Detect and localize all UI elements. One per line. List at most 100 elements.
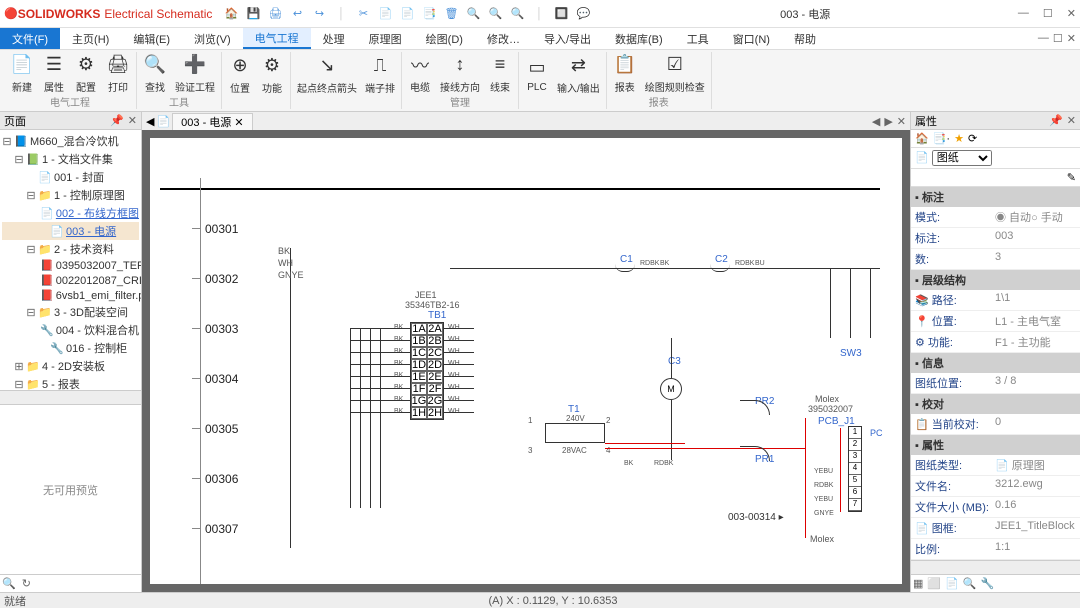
menu-tab-6[interactable]: 绘图(D) xyxy=(414,28,475,49)
menu-tab-11[interactable]: 窗口(N) xyxy=(721,28,782,49)
ribbon-btn-1-1[interactable]: ➕验证工程 xyxy=(175,53,215,94)
ribbon-btn-1-0[interactable]: 🔍查找 xyxy=(143,53,167,94)
rfoot-icon-3[interactable]: 📄 xyxy=(945,577,959,590)
qat-btn-10[interactable]: 🗑 xyxy=(442,5,460,23)
qat-btn-12[interactable]: 🔍 xyxy=(486,5,504,23)
tree-node-10[interactable]: ⊟📁3 - 3D配装空间 xyxy=(2,303,139,321)
edit-pencil-icon[interactable]: ✎ xyxy=(1067,172,1076,184)
qat-btn-0[interactable]: 🏠 xyxy=(222,5,240,23)
rfoot-icon-2[interactable]: ⬜ xyxy=(927,577,941,590)
menu-tab-4[interactable]: 处理 xyxy=(311,28,357,49)
rpanel-close-icon[interactable]: ✕ xyxy=(1067,114,1076,127)
prop-value[interactable]: 3 / 8 xyxy=(995,375,1076,391)
qat-btn-4[interactable]: ↪ xyxy=(310,5,328,23)
prop-section-2[interactable]: ▪ 信息 xyxy=(911,353,1080,373)
tree-node-8[interactable]: 📕0022012087_CRIMP_H xyxy=(2,273,139,288)
tree-node-3[interactable]: ⊟📁1 - 控制原理图 xyxy=(2,186,139,204)
prop-value[interactable]: 0 xyxy=(995,416,1076,432)
qat-btn-7[interactable]: 📄 xyxy=(376,5,394,23)
prop-section-3[interactable]: ▪ 校对 xyxy=(911,394,1080,414)
rfoot-icon-1[interactable]: ▦ xyxy=(913,577,923,590)
prop-value[interactable]: 3 xyxy=(995,251,1076,267)
ribbon-btn-0-1[interactable]: ☰属性 xyxy=(42,53,66,94)
ribbon-btn-6-1[interactable]: ☑绘图规则检查 xyxy=(645,53,705,94)
ribbon-btn-3-1[interactable]: ⎍端子排 xyxy=(365,54,395,95)
ribbon-btn-0-2[interactable]: ⚙配置 xyxy=(74,53,98,94)
qat-btn-15[interactable]: 🔲 xyxy=(552,5,570,23)
tree-scrollbar[interactable] xyxy=(0,390,141,404)
menu-tab-3[interactable]: 电气工程 xyxy=(243,28,311,49)
menu-tab-5[interactable]: 原理图 xyxy=(357,28,414,49)
mdi-btn-1[interactable]: ☐ xyxy=(1053,32,1063,45)
category-icon[interactable]: 📑· xyxy=(933,132,950,145)
prop-section-4[interactable]: ▪ 属性 xyxy=(911,435,1080,455)
panel-pin-icon[interactable]: 📌 xyxy=(110,114,124,127)
star-icon[interactable]: ★ xyxy=(954,132,964,145)
prop-section-0[interactable]: ▪ 标注 xyxy=(911,187,1080,207)
doc-nav-prev[interactable]: ◀ xyxy=(872,115,880,128)
prop-value[interactable]: 0.16 xyxy=(995,499,1076,515)
tree-node-4[interactable]: 📄002 - 布线方框图 xyxy=(2,204,139,222)
ribbon-btn-0-0[interactable]: 📄新建 xyxy=(10,53,34,94)
prop-scrollbar[interactable] xyxy=(911,560,1080,574)
ribbon-btn-4-0[interactable]: 〰电缆 xyxy=(408,53,432,94)
ribbon-btn-2-1[interactable]: ⚙功能 xyxy=(260,54,284,95)
maximize-button[interactable]: ☐ xyxy=(1043,7,1053,20)
file-menu[interactable]: 文件(F) xyxy=(0,28,60,49)
qat-btn-6[interactable]: ✂ xyxy=(354,5,372,23)
footer-icon-2[interactable]: ↻ xyxy=(22,577,31,590)
tree-node-13[interactable]: ⊞📁4 - 2D安装板 xyxy=(2,357,139,375)
tree-node-14[interactable]: ⊟📁5 - 报表 xyxy=(2,375,139,390)
minimize-button[interactable]: — xyxy=(1018,7,1029,20)
refresh-icon[interactable]: ⟳ xyxy=(968,132,977,145)
prop-value[interactable]: ◉ 自动○ 手动 xyxy=(995,209,1076,225)
rfoot-icon-4[interactable]: 🔍 xyxy=(963,577,977,590)
tree-node-9[interactable]: 📕6vsb1_emi_filter.pdf xyxy=(2,288,139,303)
tree-node-0[interactable]: ⊟📘M660_混合冷饮机 xyxy=(2,132,139,150)
tree-node-12[interactable]: 🔧016 - 控制柜 xyxy=(2,339,139,357)
prop-value[interactable]: 📄 原理图 xyxy=(995,457,1076,473)
menu-tab-7[interactable]: 修改… xyxy=(475,28,532,49)
tree-node-1[interactable]: ⊟📗1 - 文档文件集 xyxy=(2,150,139,168)
prop-value[interactable]: 1:1 xyxy=(995,541,1076,557)
close-button[interactable]: ✕ xyxy=(1067,7,1076,20)
menu-tab-10[interactable]: 工具 xyxy=(675,28,721,49)
ribbon-btn-4-2[interactable]: ≡线束 xyxy=(488,53,512,94)
qat-btn-16[interactable]: 💬 xyxy=(574,5,592,23)
tree-node-11[interactable]: 🔧004 - 饮料混合机 xyxy=(2,321,139,339)
qat-btn-9[interactable]: 📑 xyxy=(420,5,438,23)
mdi-btn-0[interactable]: — xyxy=(1038,32,1049,45)
tree-node-2[interactable]: 📄001 - 封面 xyxy=(2,168,139,186)
rpanel-pin-icon[interactable]: 📌 xyxy=(1049,114,1063,127)
qat-btn-13[interactable]: 🔍 xyxy=(508,5,526,23)
prop-value[interactable]: 1\1 xyxy=(995,292,1076,308)
qat-btn-3[interactable]: ↩ xyxy=(288,5,306,23)
menu-tab-12[interactable]: 帮助 xyxy=(782,28,828,49)
menu-tab-2[interactable]: 浏览(V) xyxy=(182,28,243,49)
ribbon-btn-3-0[interactable]: ↘起点终点箭头 xyxy=(297,54,357,95)
ribbon-btn-4-1[interactable]: ↕接线方向 xyxy=(440,53,480,94)
tree-node-6[interactable]: ⊟📁2 - 技术资料 xyxy=(2,240,139,258)
prop-value[interactable]: 003 xyxy=(995,230,1076,246)
schematic-canvas[interactable]: 00301003020030300304003050030600307BKWHG… xyxy=(142,130,910,592)
tree-node-7[interactable]: 📕0395032007_TERMINA xyxy=(2,258,139,273)
panel-close-icon[interactable]: ✕ xyxy=(128,114,137,127)
menu-tab-8[interactable]: 导入/导出 xyxy=(532,28,603,49)
ribbon-btn-2-0[interactable]: ⊕位置 xyxy=(228,54,252,95)
qat-btn-1[interactable]: 💾 xyxy=(244,5,262,23)
menu-tab-0[interactable]: 主页(H) xyxy=(60,28,121,49)
prop-value[interactable]: F1 - 主功能 xyxy=(995,334,1076,350)
prop-value[interactable]: JEE1_TitleBlock xyxy=(995,520,1076,536)
menu-tab-1[interactable]: 编辑(E) xyxy=(121,28,182,49)
object-type-select[interactable]: 图纸 xyxy=(932,150,992,166)
doc-nav-close[interactable]: ✕ xyxy=(897,115,906,128)
home-icon[interactable]: 🏠 xyxy=(915,132,929,145)
menu-tab-9[interactable]: 数据库(B) xyxy=(603,28,675,49)
doc-tab-prev[interactable]: ◀ xyxy=(146,115,154,128)
tree-node-5[interactable]: 📄003 - 电源 xyxy=(2,222,139,240)
rfoot-icon-5[interactable]: 🔧 xyxy=(981,577,995,590)
qat-btn-2[interactable]: 🖨 xyxy=(266,5,284,23)
prop-value[interactable]: L1 - 主电气室 xyxy=(995,313,1076,329)
prop-section-1[interactable]: ▪ 层级结构 xyxy=(911,270,1080,290)
mdi-btn-2[interactable]: ✕ xyxy=(1067,32,1076,45)
